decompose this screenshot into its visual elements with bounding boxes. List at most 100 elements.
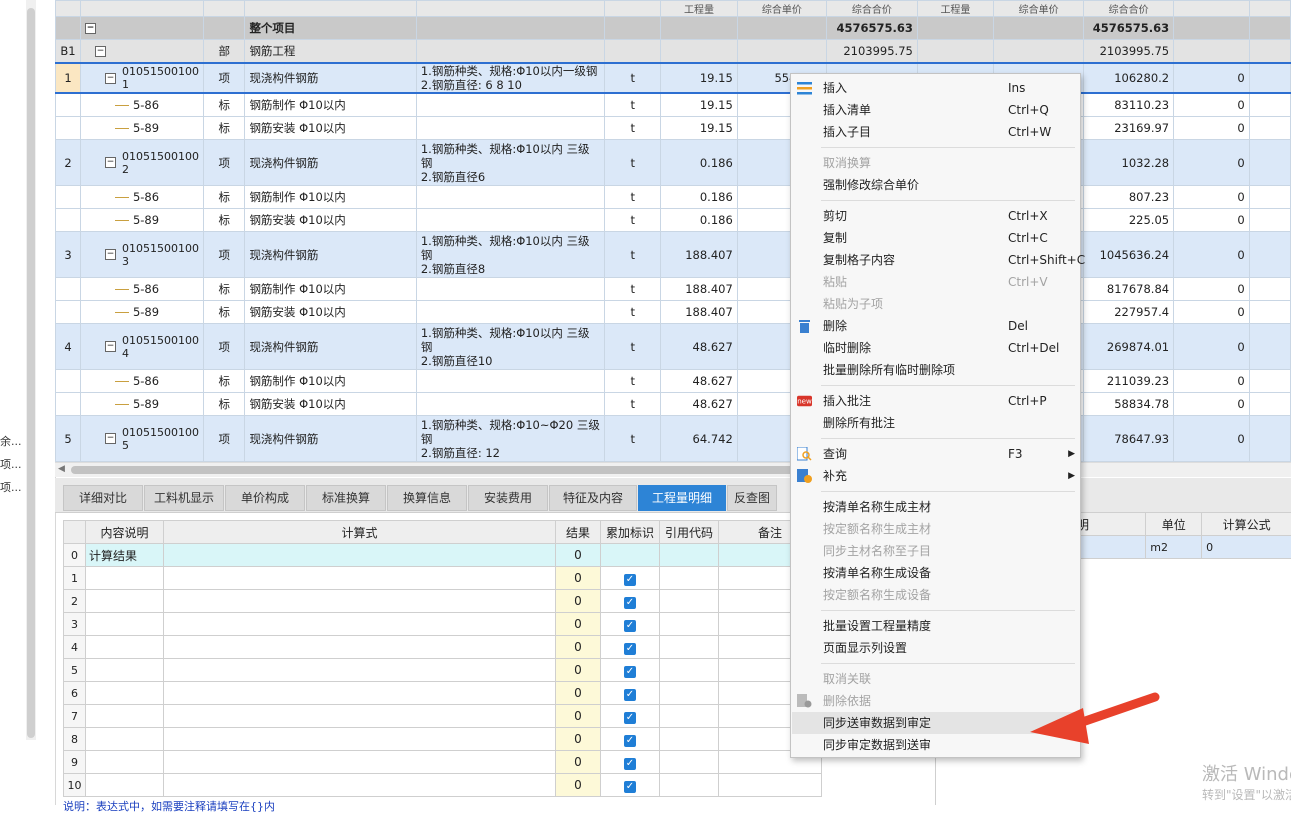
menu-item-3[interactable]: 插入子目 Ctrl+W <box>792 121 1079 143</box>
table-row[interactable]: 5-89标钢筋安装 Φ10以内t0.18612225.050 <box>55 208 1291 232</box>
ref-code-cell[interactable] <box>659 681 719 705</box>
grid-column-header[interactable]: 综合单价 <box>736 0 828 17</box>
formula-cell[interactable] <box>163 773 556 797</box>
description-cell[interactable] <box>85 704 164 728</box>
horizontal-scrollbar[interactable]: ◀ <box>55 462 1291 477</box>
table-row[interactable]: 2 0 ✓ <box>63 589 822 613</box>
ref-code-cell[interactable] <box>659 658 719 682</box>
menu-item-13[interactable]: 删除 Del <box>792 315 1079 337</box>
formula-cell[interactable] <box>163 681 556 705</box>
menu-item-18[interactable]: 删除所有批注 <box>792 412 1079 434</box>
table-row[interactable]: 5-89标钢筋安装 Φ10以内t48.6271258834.780 <box>55 392 1291 416</box>
table-row[interactable]: 5−01051500100 5 项现浇构件钢筋 1.钢筋种类、规格:Φ10~Φ20 三… <box>55 415 1291 462</box>
collapse-icon[interactable]: − <box>104 157 116 168</box>
ref-code-cell[interactable] <box>659 589 719 613</box>
formula-cell[interactable] <box>163 589 556 613</box>
table-row[interactable]: 5-89标钢筋安装 Φ10以内t19.151223169.970 <box>55 116 1291 140</box>
description-cell[interactable] <box>85 773 164 797</box>
menu-item-25[interactable]: 同步主材名称至子目 <box>792 540 1079 562</box>
table-row[interactable]: − 整个项目 4576575.63 4576575.63 <box>55 16 1291 40</box>
table-row[interactable]: 5-86标钢筋制作 Φ10以内t19.154383110.230 <box>55 92 1291 117</box>
scroll-left-icon[interactable]: ◀ <box>58 464 65 474</box>
tab-2[interactable]: 工料机显示 <box>144 485 224 511</box>
description-cell[interactable] <box>85 612 164 636</box>
menu-item-27[interactable]: 按定额名称生成设备 <box>792 584 1079 606</box>
menu-item-20[interactable]: 查询 F3 ▶ <box>792 443 1079 465</box>
description-cell[interactable] <box>85 566 164 590</box>
ref-code-cell[interactable] <box>659 750 719 774</box>
tab-4[interactable]: 标准换算 <box>306 485 386 511</box>
description-cell[interactable] <box>85 589 164 613</box>
accumulate-checkbox[interactable]: ✓ <box>624 780 636 793</box>
formula-cell[interactable] <box>163 658 556 682</box>
formula-cell[interactable] <box>163 750 556 774</box>
detail-column-header[interactable]: 引用代码 <box>659 520 719 544</box>
table-row[interactable]: 5 0 ✓ <box>63 658 822 682</box>
table-row[interactable]: 4 0 ✓ <box>63 635 822 659</box>
menu-item-11[interactable]: 粘贴 Ctrl+V <box>792 271 1079 293</box>
grid-column-header[interactable]: 工程量 <box>916 0 995 17</box>
formula-cell[interactable] <box>163 727 556 751</box>
ref-code-cell[interactable] <box>659 566 719 590</box>
menu-item-17[interactable]: new 插入批注 Ctrl+P <box>792 390 1079 412</box>
collapse-icon[interactable]: − <box>94 46 106 57</box>
left-truncated-label[interactable]: 项... <box>0 456 22 472</box>
collapse-icon[interactable]: − <box>104 433 116 444</box>
menu-item-26[interactable]: 按清单名称生成设备 <box>792 562 1079 584</box>
tab-1[interactable]: 详细对比 <box>63 485 143 511</box>
formula-cell[interactable] <box>163 635 556 659</box>
right-cell-unit[interactable]: m2 <box>1145 535 1203 559</box>
description-cell[interactable] <box>85 635 164 659</box>
table-row[interactable]: 10 0 ✓ <box>63 773 822 797</box>
detail-column-header[interactable]: 内容说明 <box>85 520 164 544</box>
collapse-icon[interactable]: − <box>84 23 96 34</box>
table-row[interactable]: B1 − 部钢筋工程 2103995.75 2103995.75 <box>55 39 1291 64</box>
tab-7[interactable]: 特征及内容 <box>549 485 637 511</box>
ref-code-cell[interactable] <box>659 727 719 751</box>
right-cell-formula[interactable]: 0 <box>1201 535 1291 559</box>
menu-item-10[interactable]: 复制格子内容 Ctrl+Shift+C <box>792 249 1085 271</box>
ref-code-cell[interactable] <box>659 704 719 728</box>
table-row[interactable]: 1−01051500100 1 项现浇构件钢筋 1.钢筋种类、规格:Φ10以内一级钢 2… <box>55 62 1291 94</box>
accumulate-checkbox[interactable]: ✓ <box>624 665 636 678</box>
formula-cell[interactable] <box>163 704 556 728</box>
accumulate-checkbox[interactable]: ✓ <box>624 642 636 655</box>
table-row[interactable]: 1 0 ✓ <box>63 566 822 590</box>
table-row[interactable]: 5-86标钢筋制作 Φ10以内t0.18643807.230 <box>55 185 1291 209</box>
tab-3[interactable]: 单价构成 <box>225 485 305 511</box>
accumulate-checkbox[interactable]: ✓ <box>624 711 636 724</box>
table-row[interactable]: 8 0 ✓ <box>63 727 822 751</box>
table-row[interactable]: 2−01051500100 2 项现浇构件钢筋 1.钢筋种类、规格:Φ10以内 三级钢… <box>55 139 1291 186</box>
table-row[interactable]: 5-86标钢筋制作 Φ10以内t188.40743817678.840 <box>55 277 1291 301</box>
table-row[interactable]: 7 0 ✓ <box>63 704 822 728</box>
menu-item-6[interactable]: 强制修改综合单价 <box>792 174 1079 196</box>
accumulate-checkbox[interactable]: ✓ <box>624 596 636 609</box>
left-truncated-label[interactable]: 项... <box>0 479 22 495</box>
menu-item-24[interactable]: 按定额名称生成主材 <box>792 518 1079 540</box>
menu-item-5[interactable]: 取消换算 <box>792 152 1079 174</box>
menu-item-9[interactable]: 复制 Ctrl+C <box>792 227 1079 249</box>
table-row[interactable]: 3−01051500100 3 项现浇构件钢筋 1.钢筋种类、规格:Φ10以内 三级钢… <box>55 231 1291 278</box>
tab-9[interactable]: 反查图 <box>727 485 777 511</box>
remark-cell[interactable] <box>718 773 822 797</box>
table-row[interactable]: 9 0 ✓ <box>63 750 822 774</box>
formula-cell[interactable] <box>163 543 556 567</box>
tab-6[interactable]: 安装费用 <box>468 485 548 511</box>
table-row[interactable]: 0 计算结果 0 <box>63 543 822 567</box>
accumulate-checkbox[interactable]: ✓ <box>624 619 636 632</box>
menu-item-29[interactable]: 批量设置工程量精度 <box>792 615 1079 637</box>
ref-code-cell[interactable] <box>659 773 719 797</box>
left-scrollbar[interactable] <box>26 0 36 740</box>
collapse-icon[interactable]: − <box>104 341 116 352</box>
menu-item-1[interactable]: 插入 Ins <box>792 77 1079 99</box>
detail-column-header[interactable]: 计算式 <box>163 520 556 544</box>
accumulate-checkbox[interactable]: ✓ <box>624 757 636 770</box>
table-row[interactable]: 3 0 ✓ <box>63 612 822 636</box>
ref-code-cell[interactable] <box>659 612 719 636</box>
menu-item-30[interactable]: 页面显示列设置 <box>792 637 1079 659</box>
menu-item-21[interactable]: 补充 ▶ <box>792 465 1079 487</box>
table-row[interactable]: 4−01051500100 4 项现浇构件钢筋 1.钢筋种类、规格:Φ10以内 三级钢… <box>55 323 1291 370</box>
formula-cell[interactable] <box>163 566 556 590</box>
table-row[interactable]: 6 0 ✓ <box>63 681 822 705</box>
detail-column-header[interactable]: 累加标识 <box>600 520 660 544</box>
